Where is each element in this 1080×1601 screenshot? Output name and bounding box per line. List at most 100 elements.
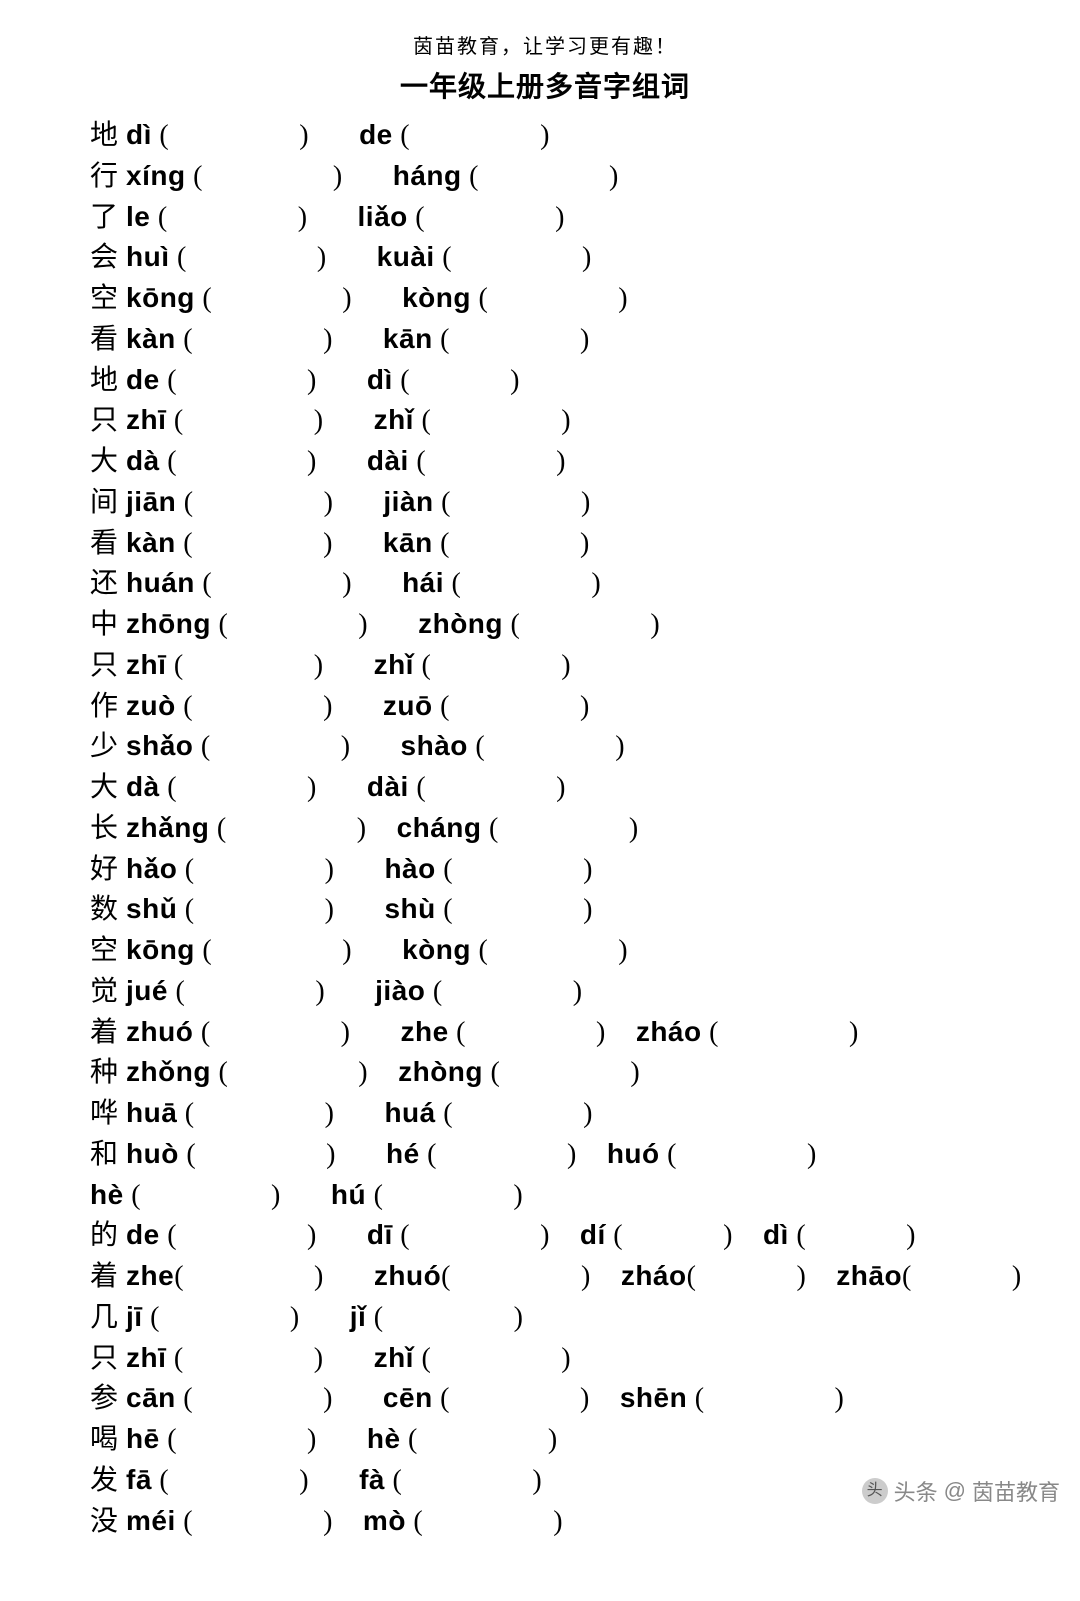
close-paren: )	[583, 854, 593, 885]
close-paren: )	[582, 242, 592, 273]
close-paren: )	[323, 1506, 333, 1537]
pinyin-text: jī	[126, 1301, 143, 1332]
open-paren: (	[175, 976, 185, 1007]
close-paren: )	[553, 1506, 563, 1537]
open-paren: (	[202, 935, 212, 966]
pinyin-text: hè	[367, 1423, 401, 1454]
close-paren: )	[314, 1343, 324, 1374]
hanzi-char: 作	[90, 691, 119, 722]
watermark-prefix: 头条	[894, 1475, 938, 1507]
open-paren: (	[443, 1098, 453, 1129]
close-paren: )	[580, 1383, 590, 1414]
hanzi-char: 大	[90, 772, 119, 803]
open-paren: (	[687, 1261, 697, 1292]
hanzi-char: 只	[90, 405, 119, 436]
pinyin-text: zhǐ	[374, 1342, 414, 1373]
pinyin-text: méi	[126, 1505, 176, 1536]
hanzi-char: 看	[90, 324, 119, 355]
close-paren: )	[849, 1017, 859, 1048]
open-paren: (	[796, 1220, 806, 1251]
open-paren: (	[413, 1506, 423, 1537]
pinyin-text: dài	[367, 445, 409, 476]
close-paren: )	[835, 1383, 845, 1414]
worksheet-row: 种 zhǒng ()zhòng ()	[90, 1052, 1000, 1093]
hanzi-char: 喝	[90, 1424, 119, 1455]
pinyin-text: shǎo	[126, 730, 193, 761]
pinyin-text: fà	[359, 1464, 385, 1495]
open-paren: (	[201, 1017, 211, 1048]
open-paren: (	[416, 446, 426, 477]
pinyin-text: de	[359, 119, 393, 150]
worksheet-row: 觉 jué ()jiào ()	[90, 971, 1000, 1012]
worksheet-row: 地 de ()dì ()	[90, 360, 1000, 401]
open-paren: (	[174, 650, 184, 681]
close-paren: )	[615, 731, 625, 762]
pinyin-text: shù	[384, 893, 435, 924]
close-paren: )	[271, 1180, 281, 1211]
hanzi-char: 只	[90, 1343, 119, 1374]
close-paren: )	[581, 487, 591, 518]
close-paren: )	[299, 1465, 309, 1496]
open-paren: (	[184, 487, 194, 518]
close-paren: )	[307, 365, 317, 396]
open-paren: (	[167, 1424, 177, 1455]
close-paren: )	[583, 894, 593, 925]
pinyin-text: fā	[126, 1464, 152, 1495]
pinyin-text: huán	[126, 567, 195, 598]
pinyin-text: hào	[384, 853, 435, 884]
open-paren: (	[902, 1261, 912, 1292]
pinyin-text: huì	[126, 241, 170, 272]
close-paren: )	[555, 202, 565, 233]
close-paren: )	[1012, 1261, 1022, 1292]
worksheet-row: 和 huò ()hé ()huó ()	[90, 1134, 1000, 1175]
pinyin-text: shào	[401, 730, 468, 761]
worksheet-row: hè ()hú ()	[90, 1175, 1000, 1216]
open-paren: (	[183, 528, 193, 559]
close-paren: )	[325, 854, 335, 885]
watermark-name: 茵苗教育	[972, 1475, 1060, 1507]
close-paren: )	[341, 731, 351, 762]
pinyin-text: dà	[126, 445, 160, 476]
open-paren: (	[421, 1343, 431, 1374]
pinyin-text: jǐ	[350, 1301, 367, 1332]
worksheet-row: 只 zhī ()zhǐ ()	[90, 1338, 1000, 1379]
open-paren: (	[469, 161, 479, 192]
close-paren: )	[314, 1261, 324, 1292]
worksheet-row: 几 jī ()jǐ ()	[90, 1297, 1000, 1338]
pinyin-text: hè	[90, 1179, 124, 1210]
worksheet-row: 了 le ()liǎo ()	[90, 197, 1000, 238]
close-paren: )	[514, 1302, 524, 1333]
worksheet-row: 参 cān ()cēn ()shēn ()	[90, 1378, 1000, 1419]
worksheet-row: 空 kōng ()kòng ()	[90, 278, 1000, 319]
pinyin-text: zháo	[636, 1016, 702, 1047]
close-paren: )	[581, 1261, 591, 1292]
pinyin-text: kān	[383, 323, 433, 354]
open-paren: (	[478, 283, 488, 314]
worksheet-row: 少 shǎo ()shào ()	[90, 726, 1000, 767]
pinyin-text: hē	[126, 1423, 160, 1454]
pinyin-text: de	[126, 1219, 160, 1250]
open-paren: (	[440, 691, 450, 722]
pinyin-text: jiào	[375, 975, 425, 1006]
close-paren: )	[314, 405, 324, 436]
pinyin-text: hú	[331, 1179, 366, 1210]
open-paren: (	[443, 894, 453, 925]
hanzi-char: 几	[90, 1302, 119, 1333]
pinyin-text: hé	[386, 1138, 420, 1169]
open-paren: (	[456, 1017, 466, 1048]
open-paren: (	[440, 528, 450, 559]
open-paren: (	[159, 1465, 169, 1496]
hanzi-char: 参	[90, 1383, 119, 1414]
pinyin-text: dì	[763, 1219, 789, 1250]
open-paren: (	[374, 1180, 384, 1211]
hanzi-char: 好	[90, 854, 119, 885]
worksheet-row: 哗 huā ()huá ()	[90, 1093, 1000, 1134]
hanzi-char: 中	[90, 609, 119, 640]
worksheet-row: 喝 hē ()hè ()	[90, 1419, 1000, 1460]
pinyin-text: zuō	[383, 690, 433, 721]
pinyin-text: zhuó	[374, 1260, 441, 1291]
close-paren: )	[358, 609, 368, 640]
worksheet-row: 数 shǔ ()shù ()	[90, 889, 1000, 930]
worksheet-row: 的 de ()dī ()dí ()dì ()	[90, 1215, 1000, 1256]
pinyin-text: kàn	[126, 527, 176, 558]
